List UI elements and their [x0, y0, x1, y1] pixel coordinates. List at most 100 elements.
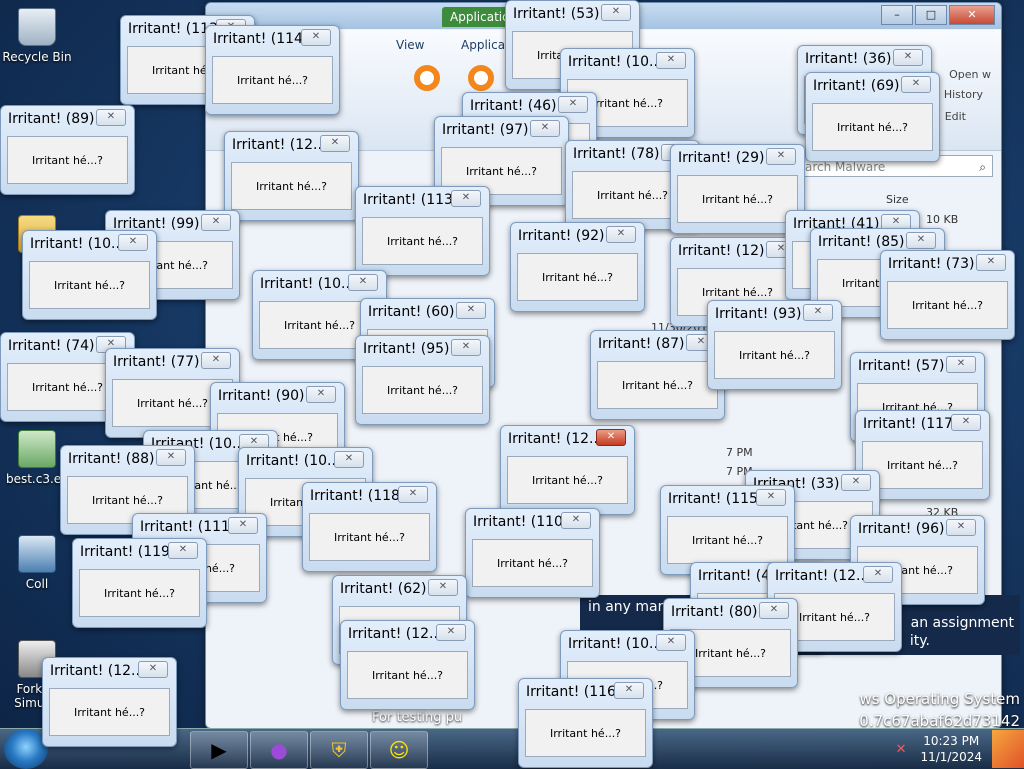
irritant-dialog[interactable]: Irritant! (87) ✕ Irritant hé...?	[590, 330, 725, 420]
column-size[interactable]: Size	[886, 193, 909, 206]
close-icon[interactable]: ✕	[759, 602, 789, 619]
close-icon[interactable]: ✕	[228, 517, 258, 534]
close-icon[interactable]: ✕	[601, 4, 631, 21]
close-icon[interactable]: ✕	[96, 109, 126, 126]
irritant-dialog[interactable]: Irritant! (114) ✕ Irritant hé...?	[205, 25, 340, 115]
dialog-title: Irritant! (10...	[246, 453, 338, 469]
close-icon[interactable]: ✕	[766, 148, 796, 165]
dialog-message: Irritant hé...?	[231, 162, 352, 210]
close-icon[interactable]: ✕	[946, 356, 976, 373]
dialog-message: Irritant hé...?	[362, 366, 483, 414]
close-icon[interactable]: ✕	[348, 274, 378, 291]
close-icon[interactable]: ✕	[803, 304, 833, 321]
close-icon[interactable]: ✕	[168, 542, 198, 559]
taskbar-button-shield[interactable]: ⛨	[310, 731, 368, 769]
irritant-dialog[interactable]: Irritant! (95) ✕ Irritant hé...?	[355, 335, 490, 425]
show-desktop-button[interactable]	[992, 730, 1024, 768]
close-icon[interactable]: ✕	[334, 451, 364, 468]
irritant-dialog[interactable]: Irritant! (12... ✕ Irritant hé...?	[224, 131, 359, 221]
irritant-dialog[interactable]: Irritant! (119) ✕ Irritant hé...?	[72, 538, 207, 628]
dialog-title: Irritant! (12)	[678, 243, 765, 259]
dialog-message: Irritant hé...?	[79, 569, 200, 617]
taskbar-button-smiley[interactable]: ☺	[370, 731, 428, 769]
ribbon-history[interactable]: History	[944, 88, 983, 101]
irritant-dialog[interactable]: Irritant! (69) ✕ Irritant hé...?	[805, 72, 940, 162]
dialog-title: Irritant! (114)	[213, 31, 305, 47]
irritant-dialog[interactable]: Irritant! (93) ✕ Irritant hé...?	[707, 300, 842, 390]
close-icon[interactable]: ✕	[558, 96, 588, 113]
close-icon[interactable]: ✕	[306, 386, 336, 403]
ribbon-open-with[interactable]: Open w	[949, 68, 991, 81]
dialog-title: Irritant! (77)	[113, 354, 200, 370]
minimize-button[interactable]: –	[881, 5, 913, 25]
irritant-dialog[interactable]: Irritant! (116) ✕ Irritant hé...?	[518, 678, 653, 768]
dialog-title: Irritant! (10...	[260, 276, 352, 292]
close-icon[interactable]: ✕	[951, 414, 981, 431]
dialog-title: Irritant! (62)	[340, 581, 427, 597]
close-icon[interactable]: ✕	[451, 190, 481, 207]
close-icon[interactable]: ✕	[561, 512, 591, 529]
irritant-dialog[interactable]: Irritant! (118) ✕ Irritant hé...?	[302, 482, 437, 572]
close-icon[interactable]: ✕	[893, 49, 923, 66]
close-icon[interactable]: ✕	[398, 486, 428, 503]
irritant-dialog[interactable]: Irritant! (73) ✕ Irritant hé...?	[880, 250, 1015, 340]
smiley-icon: ☺	[388, 738, 410, 762]
close-icon[interactable]: ✕	[451, 339, 481, 356]
close-icon[interactable]: ✕	[976, 254, 1006, 271]
close-icon[interactable]: ✕	[946, 519, 976, 536]
desktop-icon-label: Recycle Bin	[2, 50, 72, 64]
close-icon[interactable]: ✕	[863, 566, 893, 583]
ribbon-view[interactable]: View	[396, 38, 424, 52]
ribbon-edit[interactable]: Edit	[945, 110, 966, 123]
close-icon[interactable]: ✕	[656, 634, 686, 651]
irritant-dialog[interactable]: Irritant! (89) ✕ Irritant hé...?	[0, 105, 135, 195]
network-error-icon[interactable]: ✕	[896, 742, 907, 757]
irritant-dialog[interactable]: Irritant! (12... ✕ Irritant hé...?	[42, 657, 177, 747]
irritant-dialog[interactable]: Irritant! (113)✕ Irritant hé...?	[355, 186, 490, 276]
taskbar-button-media[interactable]: ▶	[190, 731, 248, 769]
desktop-icon-recycle-bin[interactable]: Recycle Bin	[0, 8, 74, 64]
taskbar-button-orb[interactable]: ●	[250, 731, 308, 769]
orange-ring-icon	[468, 65, 494, 91]
dialog-title: Irritant! (57)	[858, 358, 945, 374]
irritant-dialog[interactable]: Irritant! (12... ✕ Irritant hé...?	[340, 620, 475, 710]
close-icon[interactable]: ✕	[906, 232, 936, 249]
close-icon[interactable]: ✕	[436, 624, 466, 641]
clock[interactable]: 10:23 PM 11/1/2024	[920, 733, 982, 765]
dialog-message: Irritant hé...?	[507, 456, 628, 504]
close-icon[interactable]: ✕	[656, 52, 686, 69]
dialog-title: Irritant! (115)	[668, 491, 760, 507]
close-icon[interactable]: ✕	[614, 682, 644, 699]
irritant-dialog[interactable]: Irritant! (10...✕ Irritant hé...?	[22, 230, 157, 320]
close-icon[interactable]: ✕	[428, 579, 458, 596]
desktop: Recycle Bin M best.c3.ex Coll Forklift S…	[0, 0, 1024, 768]
close-icon[interactable]: ✕	[320, 135, 350, 152]
file-time: 7 PM	[726, 446, 753, 459]
close-icon[interactable]: ✕	[530, 120, 560, 137]
close-icon[interactable]: ✕	[156, 449, 186, 466]
desktop-icon-coll[interactable]: Coll	[0, 535, 74, 591]
close-icon[interactable]: ✕	[201, 214, 231, 231]
close-icon[interactable]: ✕	[201, 352, 231, 369]
close-icon[interactable]: ✕	[138, 661, 168, 678]
dialog-title: Irritant! (12...	[775, 568, 867, 584]
close-icon[interactable]: ✕	[606, 226, 636, 243]
irritant-dialog[interactable]: Irritant! (12... ✕ Irritant hé...?	[500, 425, 635, 515]
orange-ring-icon	[414, 65, 440, 91]
close-icon[interactable]: ✕	[901, 76, 931, 93]
executable-icon	[18, 430, 56, 468]
search-icon[interactable]: ⌕	[979, 156, 986, 178]
dialog-title: Irritant! (119)	[80, 544, 172, 560]
close-icon[interactable]: ✕	[756, 489, 786, 506]
close-icon[interactable]: ✕	[456, 302, 486, 319]
close-icon[interactable]: ✕	[596, 429, 626, 446]
close-button[interactable]: ✕	[949, 5, 995, 25]
irritant-dialog[interactable]: Irritant! (110) ✕ Irritant hé...?	[465, 508, 600, 598]
close-icon[interactable]: ✕	[841, 474, 871, 491]
close-icon[interactable]: ✕	[118, 234, 148, 251]
recycle-bin-icon	[18, 8, 56, 46]
irritant-dialog[interactable]: Irritant! (92) ✕ Irritant hé...?	[510, 222, 645, 312]
dialog-message: Irritant hé...?	[667, 516, 788, 564]
maximize-button[interactable]: □	[915, 5, 947, 25]
close-icon[interactable]: ✕	[301, 29, 331, 46]
